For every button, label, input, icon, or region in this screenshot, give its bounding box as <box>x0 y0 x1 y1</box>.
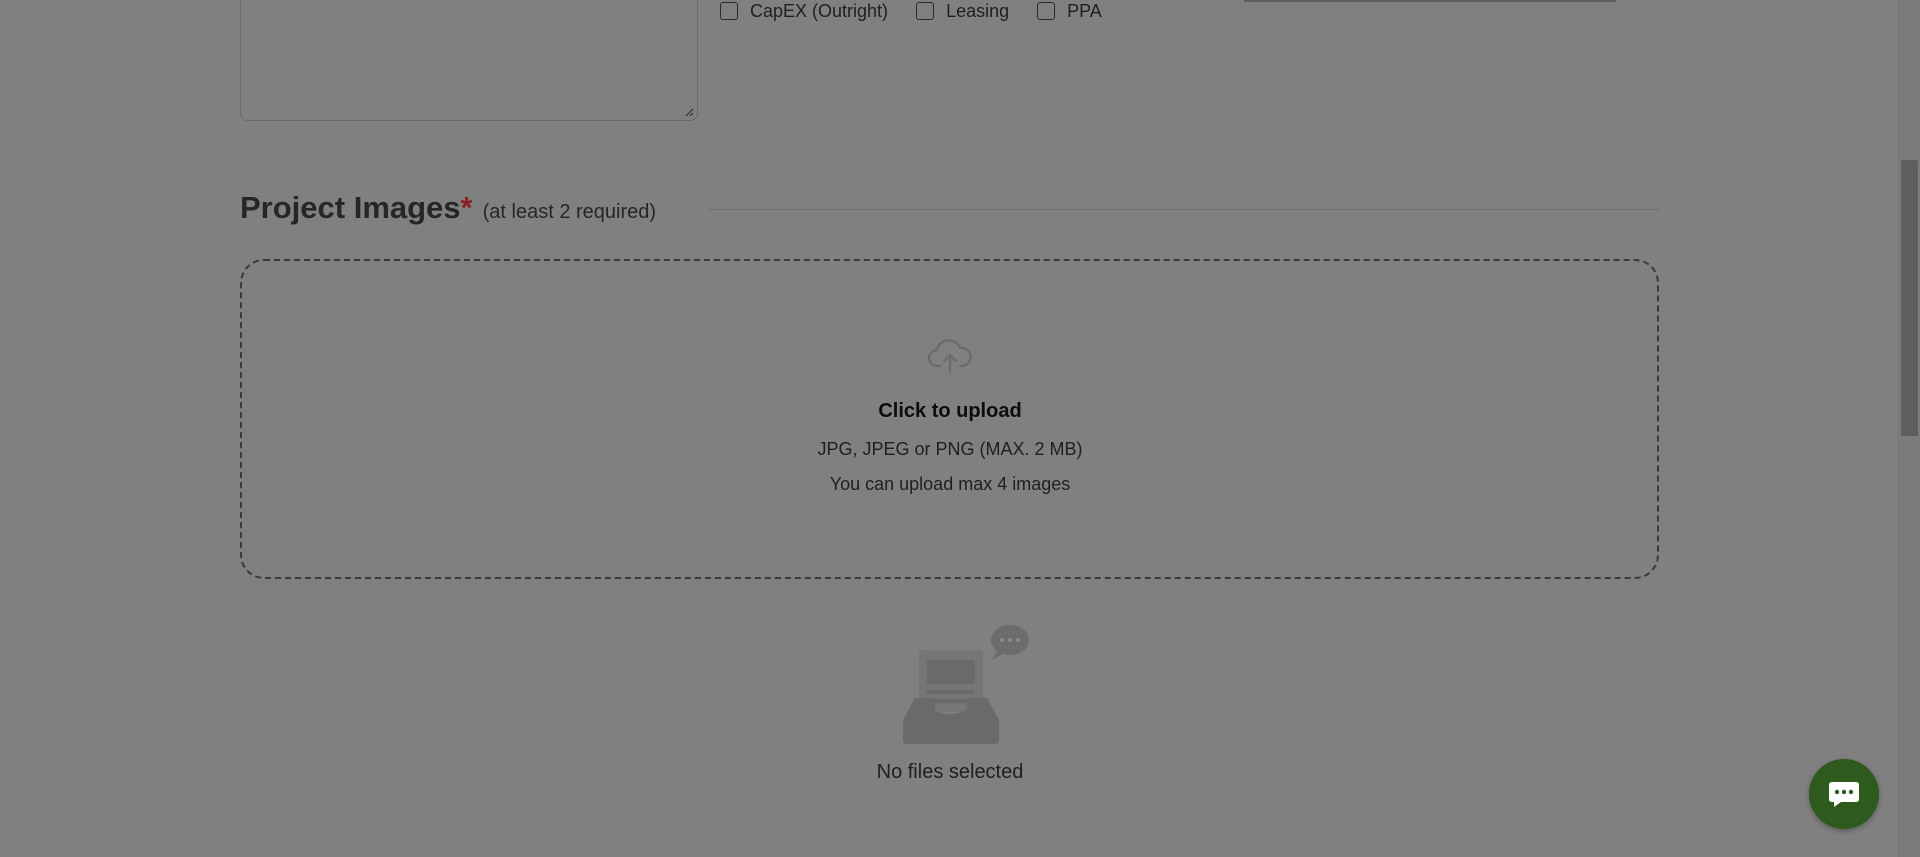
resize-handle-icon[interactable] <box>684 107 694 117</box>
capex-label: CapEX (Outright) <box>750 0 889 21</box>
chat-bubble-icon <box>1829 782 1859 807</box>
section-hint: (at least 2 required) <box>482 201 657 223</box>
leasing-label: Leasing <box>946 0 1010 21</box>
scrollbar-thumb[interactable] <box>1901 160 1918 436</box>
capex-checkbox[interactable] <box>720 2 738 20</box>
option-ppa[interactable]: PPA <box>1037 1 1102 22</box>
cloud-upload-icon <box>928 339 972 374</box>
upload-limit: You can upload max 4 images <box>829 474 1071 494</box>
section-heading: Project Images * (at least 2 required) <box>240 190 656 226</box>
ppa-checkbox[interactable] <box>1037 2 1056 20</box>
required-mark: * <box>460 190 473 225</box>
empty-inbox-icon <box>903 625 1029 744</box>
option-capex[interactable]: CapEX (Outright) <box>720 1 888 22</box>
page: CapEX (Outright) Leasing PPA Project Ima… <box>0 0 1920 857</box>
upload-dropzone[interactable] <box>240 259 1659 579</box>
notes-textarea[interactable] <box>240 0 698 121</box>
ppa-label: PPA <box>1067 0 1102 21</box>
leasing-checkbox[interactable] <box>916 2 935 20</box>
empty-state-text: No files selected <box>876 761 1024 783</box>
section-divider <box>708 209 1660 210</box>
section-title: Project Images <box>240 190 461 225</box>
upload-formats: JPG, JPEG or PNG (MAX. 2 MB) <box>817 439 1083 459</box>
financing-options: CapEX (Outright) Leasing PPA <box>720 0 1130 22</box>
field-underline <box>1244 0 1616 2</box>
option-leasing[interactable]: Leasing <box>916 1 1009 22</box>
chat-button[interactable] <box>1809 759 1879 829</box>
